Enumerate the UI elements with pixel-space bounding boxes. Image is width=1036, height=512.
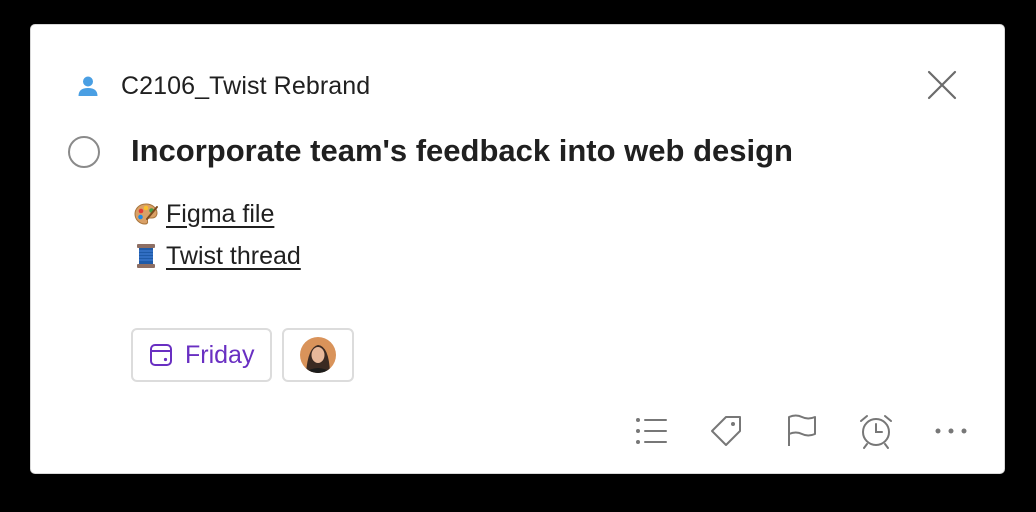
artist-palette-icon [131, 199, 161, 229]
complete-task-checkbox[interactable] [68, 136, 100, 168]
reminder-icon[interactable] [856, 411, 896, 451]
close-icon [927, 70, 957, 100]
task-attributes: Friday [131, 328, 355, 382]
avatar [300, 337, 337, 373]
spool-of-thread-icon [131, 241, 161, 271]
list-item: Figma file [131, 193, 301, 235]
project-breadcrumb[interactable]: C2106_Twist Rebrand [75, 69, 370, 103]
assignee-button[interactable] [282, 328, 355, 382]
project-name: C2106_Twist Rebrand [121, 71, 371, 100]
label-icon[interactable] [706, 411, 746, 451]
figma-file-link[interactable]: Figma file [166, 200, 274, 229]
task-popover: C2106_Twist Rebrand Incorporate team's f… [30, 24, 1005, 474]
person-icon [75, 73, 101, 99]
task-toolbar [631, 409, 971, 453]
twist-thread-link[interactable]: Twist thread [166, 242, 301, 271]
due-date-button[interactable]: Friday [131, 328, 273, 382]
calendar-icon [149, 343, 173, 367]
task-description: Figma file Twist thread [131, 193, 301, 277]
close-button[interactable] [926, 69, 958, 101]
subtasks-icon[interactable] [631, 411, 671, 451]
more-icon[interactable] [931, 411, 971, 451]
flag-icon[interactable] [781, 411, 821, 451]
task-title[interactable]: Incorporate team's feedback into web des… [131, 133, 793, 169]
due-date-label: Friday [185, 340, 255, 369]
list-item: Twist thread [131, 235, 301, 277]
